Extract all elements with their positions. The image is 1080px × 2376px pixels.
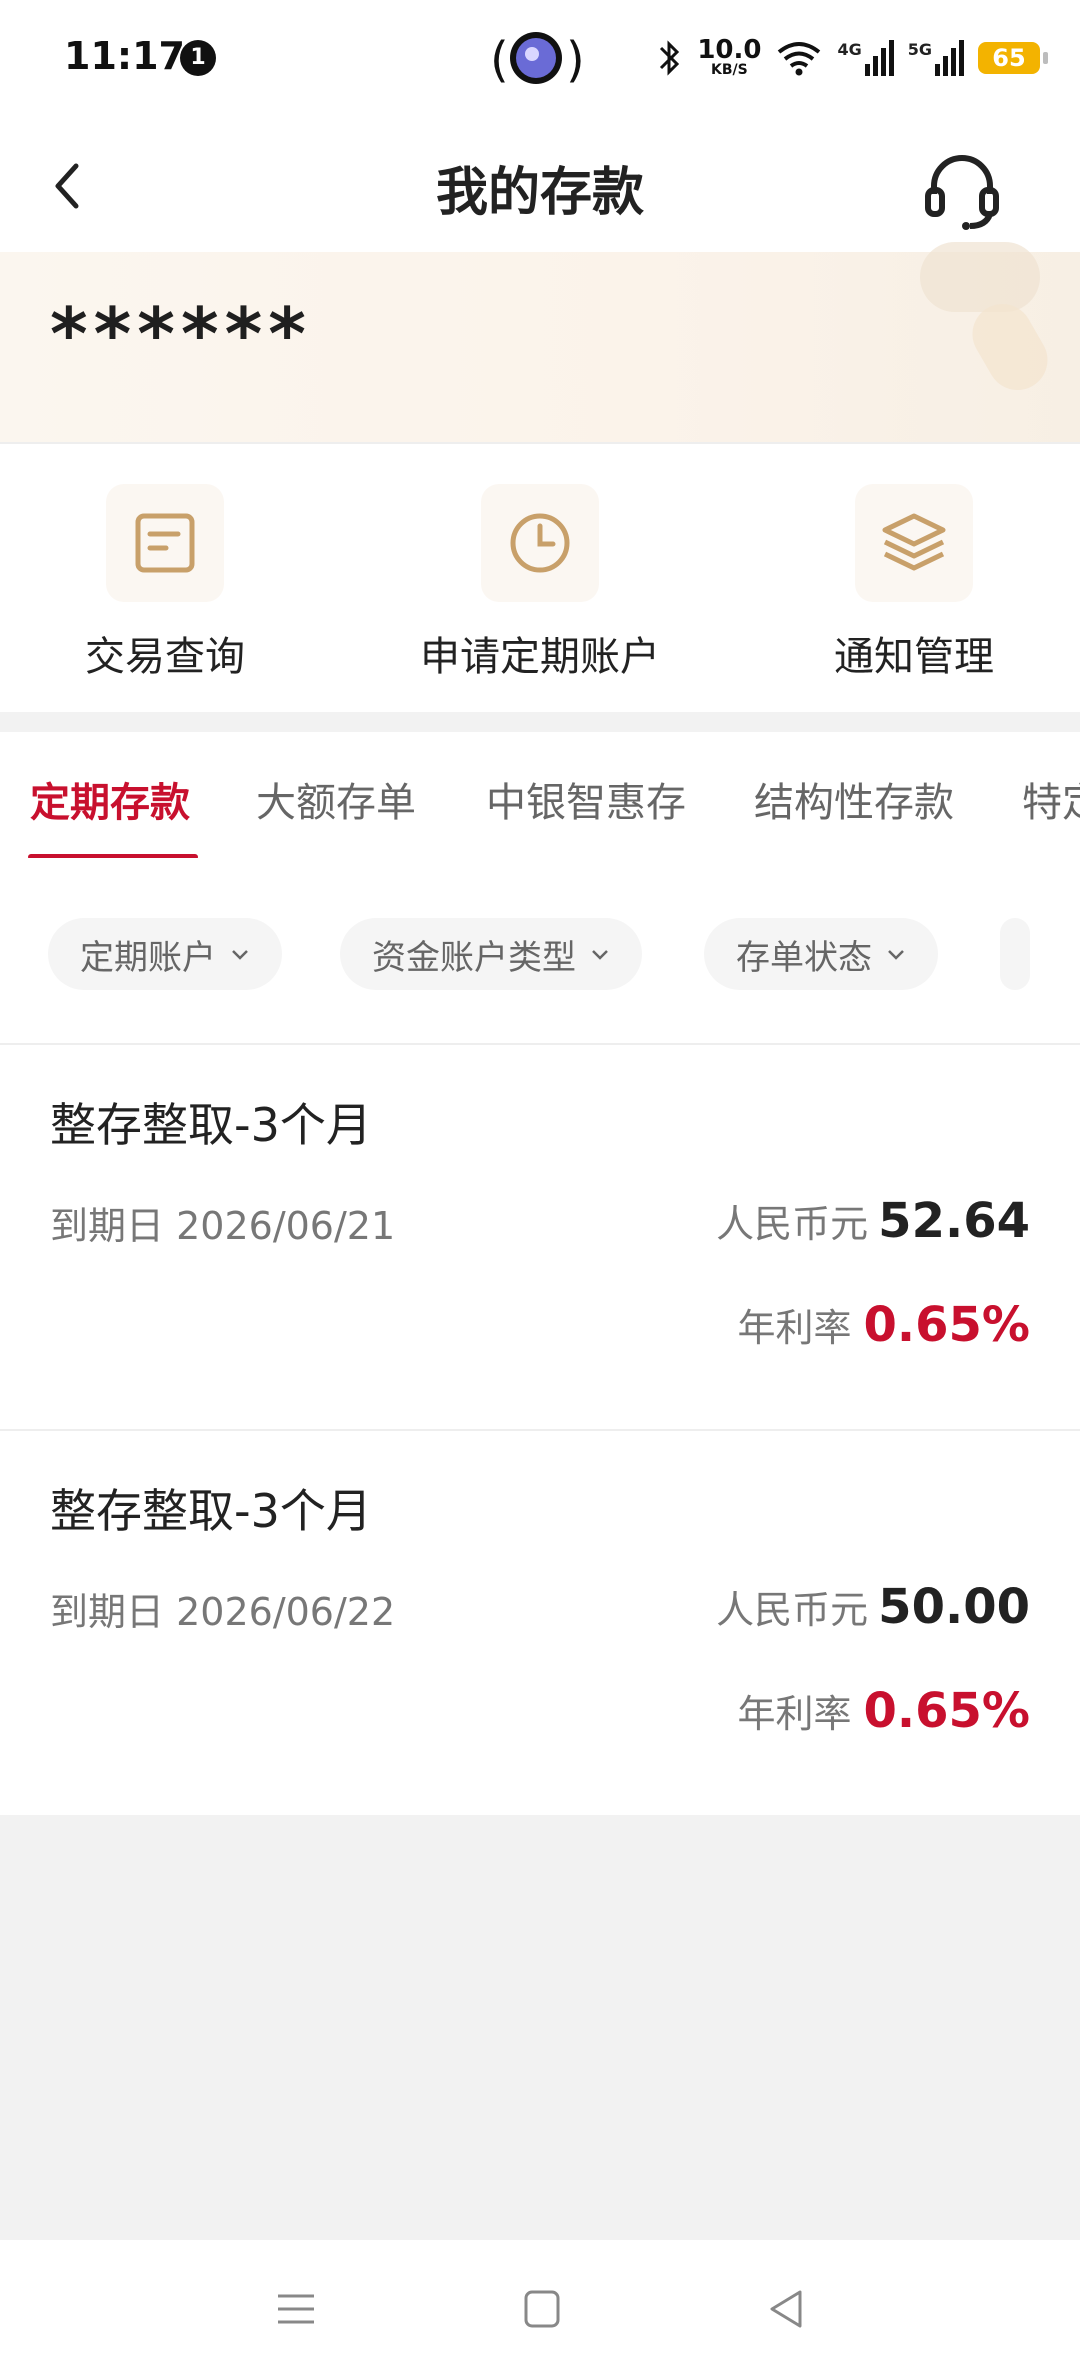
due-date: 到期日 2026/06/22 [50, 1590, 396, 1634]
masked-balance[interactable]: ****** [50, 292, 312, 376]
app-indicator-icon: ( ) [490, 32, 584, 88]
svg-text:): ) [566, 32, 584, 88]
deposit-title: 整存整取-3个月 [50, 1098, 372, 1152]
deposit-summary-card: ****** [0, 242, 1080, 442]
tab-structured-deposit[interactable]: 结构性存款 [754, 770, 954, 828]
net-speed: 10.0 KB/S [697, 35, 762, 78]
page-title: 我的存款 [435, 163, 644, 223]
app-header: 我的存款 [0, 118, 1080, 252]
chevron-down-icon [232, 950, 248, 960]
list-item[interactable]: 整存整取-3个月 到期日 2026/06/21 人民币元 52.64 年利率 0.6… [0, 1045, 1080, 1431]
deposit-amount: 人民币元 50.00 [716, 1579, 1030, 1635]
filter-fixed-account[interactable]: 定期账户 [48, 918, 282, 990]
signal-4g-icon: 4G [837, 40, 894, 76]
deposit-list: 整存整取-3个月 到期日 2026/06/21 人民币元 52.64 年利率 0.6… [0, 1045, 1080, 1815]
quick-action-label: 通知管理 [834, 634, 994, 680]
decorative-coin [920, 242, 1040, 312]
deposit-type-tabs: 定期存款 大额存单 中银智惠存 结构性存款 特定 [0, 732, 1080, 860]
quick-action-notification-management[interactable]: 通知管理 [764, 484, 1064, 682]
filter-more-partial[interactable] [1000, 918, 1030, 990]
filter-certificate-status[interactable]: 存单状态 [704, 918, 938, 990]
deposit-amount: 人民币元 52.64 [716, 1193, 1030, 1249]
due-date: 到期日 2026/06/21 [50, 1204, 396, 1248]
signal-5g-icon: 5G [908, 40, 964, 76]
tab-special[interactable]: 特定 [1022, 770, 1080, 828]
chevron-down-icon [888, 950, 904, 960]
notification-badge: 1 [180, 40, 216, 76]
menu-icon[interactable] [266, 2282, 326, 2336]
quick-action-label: 申请定期账户 [420, 634, 660, 680]
filter-bar: 定期账户 资金账户类型 存单状态 [0, 858, 1080, 1045]
status-bar: 11:17 1 ( ) 10.0 KB/S 4G 5G 65 [0, 0, 1080, 118]
home-square-icon[interactable] [512, 2282, 572, 2336]
interest-rate: 年利率 0.65% [737, 1683, 1030, 1739]
status-icons: 10.0 KB/S 4G 5G 65 [655, 30, 1048, 86]
battery-indicator: 65 [978, 42, 1048, 74]
tab-large-certificate[interactable]: 大额存单 [256, 770, 416, 828]
layers-icon [855, 484, 973, 602]
system-nav-bar [0, 2240, 1080, 2376]
bluetooth-icon [660, 40, 680, 76]
interest-rate: 年利率 0.65% [737, 1297, 1030, 1353]
svg-text:(: ( [490, 32, 509, 88]
status-time: 11:17 [64, 34, 185, 78]
tab-boc-smart-deposit[interactable]: 中银智惠存 [486, 770, 686, 828]
document-icon [106, 484, 224, 602]
back-triangle-icon[interactable] [756, 2282, 816, 2336]
wifi-icon [778, 42, 821, 76]
list-item[interactable]: 整存整取-3个月 到期日 2026/06/22 人民币元 50.00 年利率 0.6… [0, 1431, 1080, 1815]
chevron-down-icon [592, 950, 608, 960]
quick-action-transaction-query[interactable]: 交易查询 [15, 484, 315, 682]
quick-action-label: 交易查询 [85, 634, 245, 680]
deposit-title: 整存整取-3个月 [50, 1484, 372, 1538]
quick-action-apply-fixed-account[interactable]: 申请定期账户 [390, 484, 690, 682]
tab-fixed-deposit[interactable]: 定期存款 [30, 770, 190, 828]
filter-fund-account-type[interactable]: 资金账户类型 [340, 918, 642, 990]
clock-icon [481, 484, 599, 602]
headset-icon[interactable] [920, 148, 1004, 232]
quick-actions: 交易查询 申请定期账户 通知管理 [0, 442, 1080, 712]
